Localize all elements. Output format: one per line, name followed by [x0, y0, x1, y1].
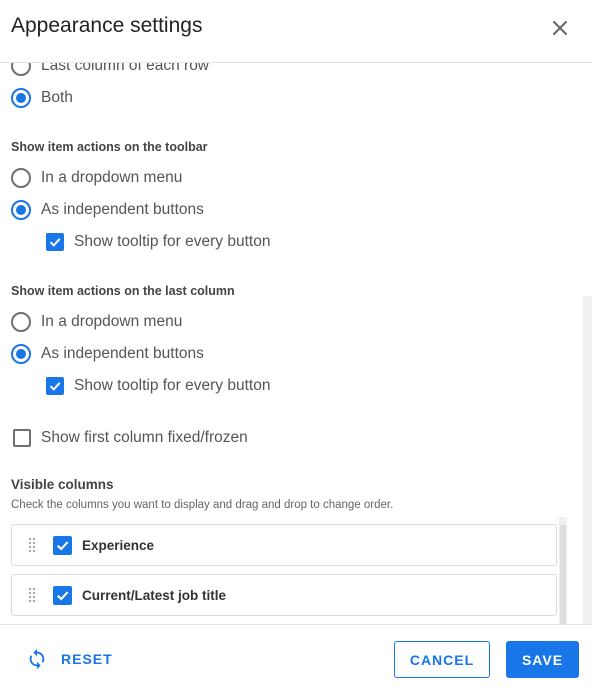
checkbox-label: Show first column fixed/frozen [41, 429, 248, 446]
radio-toolbar-independent[interactable]: As independent buttons [11, 197, 204, 223]
radio-label: As independent buttons [41, 345, 204, 362]
checkbox[interactable] [46, 233, 64, 251]
toolbar-actions-title: Show item actions on the toolbar [11, 140, 208, 154]
radio-button[interactable] [11, 312, 31, 332]
checkbox-toolbar-tooltip[interactable]: Show tooltip for every button [46, 229, 270, 255]
cancel-button[interactable]: CANCEL [394, 641, 490, 678]
reset-label: RESET [61, 651, 113, 667]
dialog-scrollbar-thumb[interactable] [583, 296, 592, 624]
radio-button[interactable] [11, 63, 31, 76]
dialog-body[interactable]: Last column of each row Both Show item a… [0, 63, 592, 624]
dialog-header: Appearance settings [0, 0, 592, 63]
checkbox-label: Show tooltip for every button [74, 377, 271, 394]
checkbox-label: Show tooltip for every button [74, 233, 271, 250]
visible-columns-hint: Check the columns you want to display an… [11, 499, 394, 511]
radio-both[interactable]: Both [11, 85, 73, 111]
radio-lastcol-independent[interactable]: As independent buttons [11, 341, 204, 367]
list-item[interactable]: Current/Latest job title [11, 574, 557, 616]
refresh-icon [29, 648, 45, 670]
dialog-title: Appearance settings [11, 14, 203, 37]
radio-button[interactable] [11, 168, 31, 188]
radio-last-column[interactable]: Last column of each row [11, 63, 209, 79]
checkbox[interactable] [53, 585, 72, 605]
dialog-footer: RESET CANCEL SAVE [0, 624, 592, 690]
checkbox[interactable] [53, 535, 72, 555]
columns-scrollbar[interactable] [559, 517, 567, 624]
close-button[interactable] [549, 17, 571, 39]
last-column-actions-title: Show item actions on the last column [11, 284, 235, 298]
radio-label: In a dropdown menu [41, 169, 183, 186]
drag-handle-icon[interactable] [28, 537, 36, 553]
check-icon [49, 382, 61, 391]
check-icon [56, 540, 69, 551]
checkbox[interactable] [13, 429, 31, 447]
checkbox[interactable] [46, 377, 64, 395]
visible-columns-title: Visible columns [11, 477, 114, 492]
check-icon [56, 590, 69, 601]
list-item[interactable]: Experience [11, 524, 557, 566]
radio-lastcol-dropdown[interactable]: In a dropdown menu [11, 309, 182, 335]
column-label: Experience [82, 537, 155, 553]
radio-button[interactable] [11, 200, 31, 220]
checkbox-lastcol-tooltip[interactable]: Show tooltip for every button [46, 373, 270, 399]
check-icon [49, 238, 61, 247]
reset-button[interactable]: RESET [26, 647, 113, 671]
radio-button[interactable] [11, 88, 31, 108]
column-label: Current/Latest job title [82, 587, 227, 603]
radio-label: As independent buttons [41, 201, 204, 218]
drag-handle-icon[interactable] [28, 587, 36, 603]
radio-label: Both [41, 89, 73, 106]
columns-scrollbar-thumb[interactable] [560, 525, 566, 624]
radio-label: Last column of each row [41, 63, 210, 74]
radio-button[interactable] [11, 344, 31, 364]
save-button[interactable]: SAVE [506, 641, 579, 678]
close-icon [553, 21, 567, 35]
radio-label: In a dropdown menu [41, 313, 183, 330]
checkbox-first-column-fixed[interactable]: Show first column fixed/frozen [13, 425, 248, 451]
radio-toolbar-dropdown[interactable]: In a dropdown menu [11, 165, 182, 191]
